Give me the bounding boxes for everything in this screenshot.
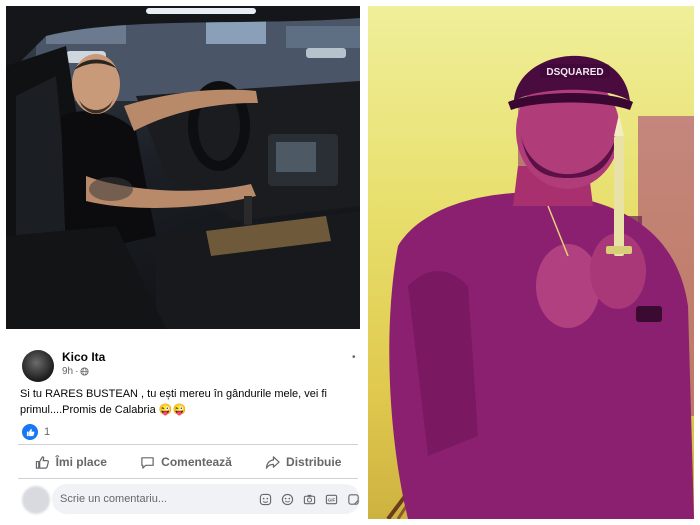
right-photo-portrait: DSQUARED — [368, 6, 694, 519]
comment-label: Comentează — [161, 455, 232, 469]
share-icon — [265, 455, 280, 469]
like-button[interactable]: Îmi place — [35, 455, 107, 470]
car-interior-illustration — [6, 6, 360, 329]
gif-icon[interactable]: GIF — [325, 493, 338, 506]
globe-icon — [80, 367, 90, 376]
post-text: Si tu RARES BUSTEAN , tu ești mereu în g… — [20, 388, 327, 416]
author-name[interactable]: Kico Ita — [62, 350, 105, 364]
camera-icon[interactable] — [303, 493, 316, 506]
like-count: 1 — [44, 426, 51, 438]
post-time[interactable]: 9h — [62, 366, 73, 377]
post-meta: 9h · — [62, 366, 90, 377]
post-actions: Îmi place Comentează Distribuie — [18, 448, 358, 476]
actions-divider — [18, 478, 358, 479]
like-reaction-icon — [22, 424, 38, 440]
portrait-illustration: DSQUARED — [386, 55, 694, 519]
comment-icon — [141, 456, 154, 469]
comment-box[interactable]: GIF — [52, 484, 360, 514]
comment-input[interactable] — [52, 492, 251, 506]
meta-separator: · — [75, 366, 79, 377]
left-photo-car-interior — [6, 6, 360, 329]
comment-button[interactable]: Comentează — [140, 455, 232, 470]
viewer-avatar — [22, 486, 50, 514]
like-label: Îmi place — [55, 455, 107, 469]
emoji-icon[interactable] — [281, 493, 294, 506]
svg-text:GIF: GIF — [328, 497, 336, 502]
cap-logo-text: DSQUARED — [546, 67, 603, 78]
more-sticker-icon[interactable] — [347, 493, 360, 506]
author-avatar[interactable] — [22, 350, 54, 382]
more-icon[interactable]: • — [352, 352, 356, 363]
like-icon — [35, 455, 49, 469]
comment-tools: GIF — [259, 493, 360, 506]
reaction-summary[interactable]: 1 — [22, 424, 50, 440]
share-button[interactable]: Distribuie — [265, 455, 341, 470]
sticker-icon[interactable] — [259, 493, 272, 506]
facebook-post: Kico Ita 9h · • Si tu RARES BUSTEAN , tu… — [6, 334, 360, 519]
reactions-divider — [18, 444, 358, 445]
share-label: Distribuie — [286, 455, 342, 469]
